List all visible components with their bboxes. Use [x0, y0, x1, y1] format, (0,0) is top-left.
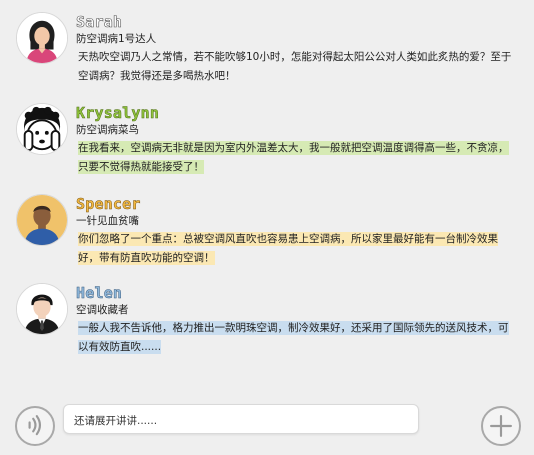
- sender-name: Krysalynn: [76, 104, 160, 123]
- sender-name: Sarah: [76, 13, 123, 32]
- sender-title: 防空调病1号达人: [76, 33, 157, 45]
- man-avatar-icon: [17, 195, 67, 245]
- voice-icon: [28, 415, 42, 436]
- avatar-sarah[interactable]: [16, 12, 68, 64]
- message-text-content: 在我看来，空调病无非就是因为室内外温差太大，我一般就把空调温度调得高一些，不贪凉…: [78, 141, 509, 174]
- add-button[interactable]: [481, 406, 521, 446]
- avatar-krysalynn[interactable]: [16, 103, 68, 155]
- suit-man-avatar-icon: [17, 284, 67, 334]
- sender-title: 空调收藏者: [76, 304, 129, 316]
- sender-title: 一针见血贫嘴: [76, 215, 139, 227]
- chat-window: Sarah 防空调病1号达人 天热吹空调乃人之常情，若不能吹够10小时，怎能对得…: [0, 0, 534, 455]
- message-text: 一般人我不告诉他，格力推出一款明珠空调，制冷效果好，还采用了国际领先的送风技术，…: [76, 319, 519, 357]
- cartoon-face-avatar-icon: [17, 104, 67, 154]
- avatar-spencer[interactable]: [16, 194, 68, 246]
- message-text-content: 天热吹空调乃人之常情，若不能吹够10小时，怎能对得起太阳公公对人类如此炙热的爱？…: [78, 51, 512, 82]
- message-input[interactable]: 还请展开讲讲......: [63, 404, 419, 434]
- message-text: 你们忽略了一个重点：总被空调风直吹也容易患上空调病，所以家里最好能有一台制冷效果…: [76, 230, 519, 268]
- message-text-content: 一般人我不告诉他，格力推出一款明珠空调，制冷效果好，还采用了国际领先的送风技术，…: [78, 321, 509, 354]
- avatar-helen[interactable]: [16, 283, 68, 335]
- woman-avatar-icon: [17, 13, 67, 63]
- message-text: 天热吹空调乃人之常情，若不能吹够10小时，怎能对得起太阳公公对人类如此炙热的爱？…: [76, 48, 519, 86]
- sender-name: Helen: [76, 284, 123, 303]
- sender-title: 防空调病菜鸟: [76, 124, 139, 136]
- message-text: 在我看来，空调病无非就是因为室内外温差太大，我一般就把空调温度调得高一些，不贪凉…: [76, 139, 519, 177]
- message-text-content: 你们忽略了一个重点：总被空调风直吹也容易患上空调病，所以家里最好能有一台制冷效果…: [78, 232, 498, 265]
- voice-button[interactable]: [15, 406, 55, 446]
- plus-icon: [490, 415, 512, 437]
- sender-name: Spencer: [76, 195, 141, 214]
